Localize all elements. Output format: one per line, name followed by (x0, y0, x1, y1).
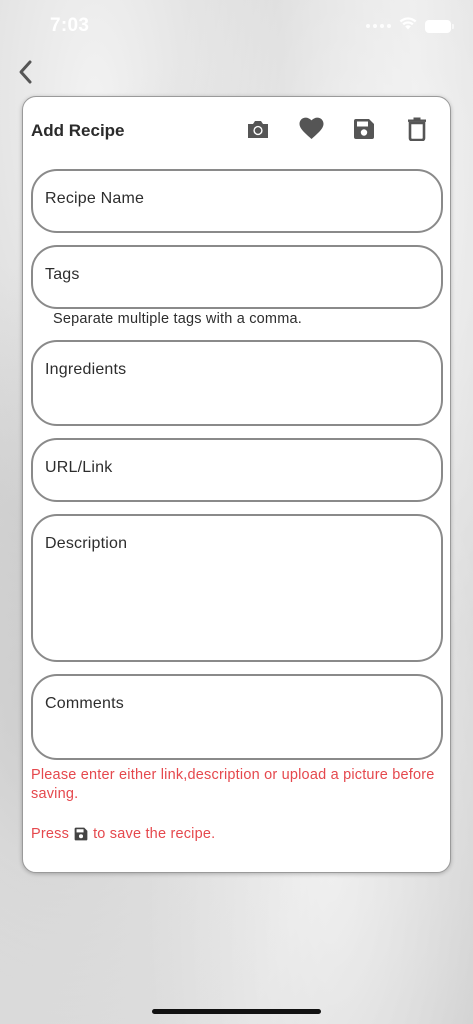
recipe-name-label: Recipe Name (45, 190, 145, 207)
favorite-button[interactable] (297, 117, 325, 145)
camera-icon (246, 118, 270, 145)
status-indicators (366, 17, 454, 35)
battery-icon (425, 19, 454, 33)
save-hint: Press to save the recipe. (31, 826, 215, 842)
tags-helper-text: Separate multiple tags with a comma. (53, 311, 302, 327)
save-hint-prefix: Press (31, 826, 70, 842)
url-field[interactable]: URL/Link (31, 438, 443, 502)
heart-icon (299, 117, 324, 145)
delete-button[interactable] (403, 117, 431, 145)
camera-button[interactable] (244, 117, 272, 145)
tags-field[interactable]: Tags (31, 245, 443, 309)
tags-label: Tags (45, 266, 80, 283)
home-indicator[interactable] (152, 1009, 321, 1014)
card-header: Add Recipe (23, 97, 450, 167)
ingredients-field[interactable]: Ingredients (31, 340, 443, 426)
back-button[interactable] (12, 60, 38, 88)
comments-field[interactable]: Comments (31, 674, 443, 760)
comments-label: Comments (45, 695, 124, 712)
trash-icon (407, 117, 427, 146)
save-button[interactable] (350, 117, 378, 145)
save-hint-suffix: to save the recipe. (93, 826, 216, 842)
status-bar: 7:03 (0, 0, 473, 54)
url-label: URL/Link (45, 459, 113, 476)
ingredients-label: Ingredients (45, 361, 127, 378)
description-field[interactable]: Description (31, 514, 443, 662)
add-recipe-card: Add Recipe Recipe Name Tags Separate mul… (22, 96, 451, 873)
validation-error: Please enter either link,description or … (31, 767, 435, 802)
status-time: 7:03 (50, 15, 90, 36)
chevron-left-icon (17, 59, 33, 90)
save-icon (353, 118, 375, 145)
wifi-icon (399, 17, 417, 35)
description-label: Description (45, 535, 128, 552)
page-title: Add Recipe (31, 121, 125, 140)
cellular-signal-icon (366, 24, 391, 28)
save-icon (74, 827, 88, 841)
recipe-name-field[interactable]: Recipe Name (31, 169, 443, 233)
